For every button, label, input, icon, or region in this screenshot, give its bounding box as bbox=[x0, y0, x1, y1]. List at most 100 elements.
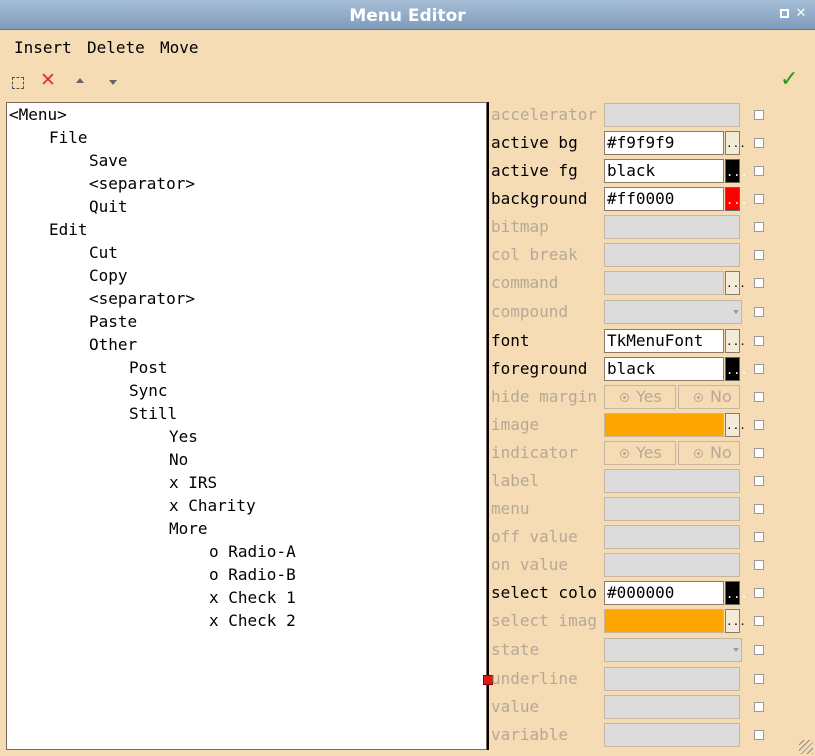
property-checkbox[interactable] bbox=[754, 110, 764, 120]
property-checkbox[interactable] bbox=[754, 307, 764, 317]
property-checkbox[interactable] bbox=[754, 278, 764, 288]
browse-button[interactable]: ... bbox=[725, 329, 746, 353]
property-value-field[interactable]: TkMenuFont bbox=[604, 329, 724, 353]
tree-node[interactable]: Paste bbox=[89, 312, 137, 332]
property-checkbox[interactable] bbox=[754, 702, 764, 712]
tree-node[interactable]: x IRS bbox=[169, 473, 217, 493]
color-swatch-button[interactable]: ... bbox=[725, 581, 748, 605]
maximize-icon[interactable] bbox=[777, 7, 791, 21]
radio-label: Yes bbox=[636, 443, 662, 462]
property-checkbox[interactable] bbox=[754, 645, 764, 655]
property-row-label: label bbox=[491, 468, 811, 496]
property-label: foreground bbox=[491, 359, 588, 378]
image-field bbox=[604, 413, 724, 437]
property-value-field[interactable]: black bbox=[604, 159, 724, 183]
pane-divider[interactable] bbox=[487, 102, 489, 750]
property-checkbox[interactable] bbox=[754, 532, 764, 542]
tree-node[interactable]: Yes bbox=[169, 427, 198, 447]
property-value-field[interactable]: #000000 bbox=[604, 581, 724, 605]
property-checkbox[interactable] bbox=[754, 250, 764, 260]
tree-node[interactable]: File bbox=[49, 128, 88, 148]
tree-node[interactable]: Quit bbox=[89, 197, 128, 217]
property-checkbox[interactable] bbox=[754, 674, 764, 684]
property-row-on-value: on value bbox=[491, 552, 811, 580]
radio-label: No bbox=[710, 387, 732, 406]
property-value-field bbox=[604, 723, 740, 747]
tree-node[interactable]: Save bbox=[89, 151, 128, 171]
property-checkbox[interactable] bbox=[754, 560, 764, 570]
property-row-accelerator: accelerator bbox=[491, 102, 811, 130]
menu-bar: Insert Delete Move bbox=[0, 30, 815, 64]
tree-node[interactable]: No bbox=[169, 450, 188, 470]
apply-checkmark-icon[interactable]: ✓ bbox=[780, 68, 798, 92]
property-checkbox[interactable] bbox=[754, 476, 764, 486]
browse-button[interactable]: ... bbox=[725, 131, 746, 155]
tree-node[interactable]: More bbox=[169, 519, 208, 539]
property-value-field bbox=[604, 271, 724, 295]
property-value-field bbox=[604, 243, 740, 267]
color-swatch-button[interactable]: ... bbox=[725, 187, 748, 211]
new-item-icon[interactable] bbox=[12, 77, 24, 89]
property-value-field[interactable]: #ff0000 bbox=[604, 187, 724, 211]
property-checkbox[interactable] bbox=[754, 730, 764, 740]
property-label: active bg bbox=[491, 133, 578, 152]
property-label: image bbox=[491, 415, 540, 434]
tree-node[interactable]: x Check 2 bbox=[209, 611, 296, 631]
tree-node[interactable]: o Radio-A bbox=[209, 542, 296, 562]
property-value-field bbox=[604, 469, 740, 493]
menu-delete[interactable]: Delete bbox=[87, 38, 145, 57]
property-checkbox[interactable] bbox=[754, 336, 764, 346]
radio-icon bbox=[620, 393, 629, 402]
tree-node[interactable]: <separator> bbox=[89, 289, 195, 309]
property-checkbox[interactable] bbox=[754, 420, 764, 430]
move-up-icon[interactable] bbox=[76, 78, 84, 83]
property-checkbox[interactable] bbox=[754, 194, 764, 204]
property-checkbox[interactable] bbox=[754, 392, 764, 402]
radio-yes: Yes bbox=[604, 441, 676, 465]
move-down-icon[interactable] bbox=[109, 80, 117, 85]
property-row-indicator: indicator Yes No bbox=[491, 440, 811, 468]
close-icon[interactable]: ✕ bbox=[794, 7, 808, 21]
tree-node[interactable]: Copy bbox=[89, 266, 128, 286]
tree-node[interactable]: x Charity bbox=[169, 496, 256, 516]
tree-node[interactable]: <Menu> bbox=[9, 105, 67, 125]
radio-icon bbox=[694, 449, 703, 458]
browse-button[interactable]: ... bbox=[725, 609, 746, 633]
property-value-field[interactable]: #f9f9f9 bbox=[604, 131, 724, 155]
tree-node[interactable]: Post bbox=[129, 358, 168, 378]
radio-label: Yes bbox=[636, 387, 662, 406]
menu-insert[interactable]: Insert bbox=[14, 38, 72, 57]
tree-node[interactable]: <separator> bbox=[89, 174, 195, 194]
color-swatch-button[interactable]: ... bbox=[725, 159, 748, 183]
tree-node[interactable]: Cut bbox=[89, 243, 118, 263]
color-swatch-button[interactable]: ... bbox=[725, 357, 748, 381]
tree-node[interactable]: Edit bbox=[49, 220, 88, 240]
property-label: bitmap bbox=[491, 217, 549, 236]
property-row-value: value bbox=[491, 694, 811, 722]
property-checkbox[interactable] bbox=[754, 166, 764, 176]
property-row-menu: menu bbox=[491, 496, 811, 524]
menu-move[interactable]: Move bbox=[160, 38, 199, 57]
tree-node[interactable]: Sync bbox=[129, 381, 168, 401]
tree-node[interactable]: o Radio-B bbox=[209, 565, 296, 585]
browse-button[interactable]: ... bbox=[725, 413, 746, 437]
window-title: Menu Editor bbox=[349, 6, 466, 26]
delete-icon[interactable]: ✕ bbox=[40, 70, 56, 90]
title-bar[interactable]: Menu Editor ✕ bbox=[0, 0, 815, 30]
resize-grip-icon[interactable] bbox=[799, 740, 813, 754]
tree-node[interactable]: x Check 1 bbox=[209, 588, 296, 608]
property-checkbox[interactable] bbox=[754, 616, 764, 626]
property-label: font bbox=[491, 331, 530, 350]
property-checkbox[interactable] bbox=[754, 588, 764, 598]
property-checkbox[interactable] bbox=[754, 448, 764, 458]
image-field bbox=[604, 609, 724, 633]
property-checkbox[interactable] bbox=[754, 364, 764, 374]
property-checkbox[interactable] bbox=[754, 138, 764, 148]
browse-button[interactable]: ... bbox=[725, 271, 746, 295]
tree-node[interactable]: Still bbox=[129, 404, 177, 424]
property-value-field[interactable]: black bbox=[604, 357, 724, 381]
property-checkbox[interactable] bbox=[754, 222, 764, 232]
menu-tree[interactable]: <Menu> File Save <separator> Quit Edit Cut Copy… bbox=[6, 102, 487, 750]
property-checkbox[interactable] bbox=[754, 504, 764, 514]
tree-node[interactable]: Other bbox=[89, 335, 137, 355]
